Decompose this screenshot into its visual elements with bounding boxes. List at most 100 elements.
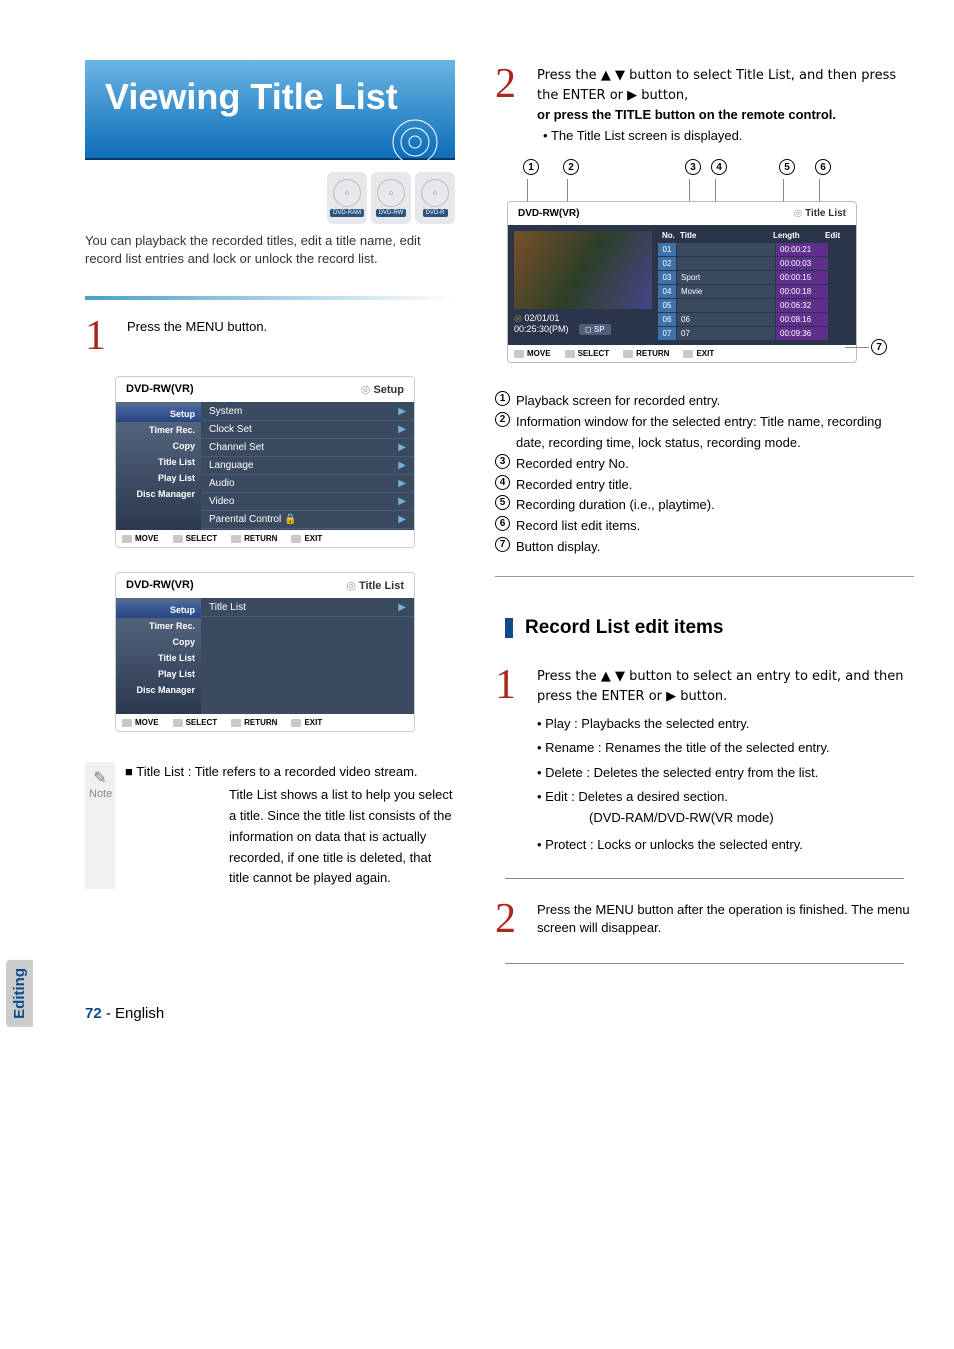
title-list-row: 0200:00:03 [658, 257, 853, 270]
divider [495, 576, 914, 577]
osd2-side-title: Title List [116, 650, 201, 666]
tl-head-right: Title List [794, 208, 846, 219]
osd-foot-exit: EXIT [291, 534, 322, 543]
title-list-row: 0100:00:21 [658, 243, 853, 256]
arrow-icon: ▶ [398, 602, 406, 613]
title-list-row: 070700:09:36 [658, 327, 853, 340]
note-bullet: ■ [125, 764, 133, 779]
osd2-side-copy: Copy [116, 634, 201, 650]
step2-line3: The Title List screen is displayed. [537, 127, 914, 146]
step-number-1: 1 [85, 312, 119, 360]
callout-2: 2 [563, 159, 579, 175]
note-icon: ✎ [89, 768, 111, 788]
callout-1: 1 [523, 159, 539, 175]
tl-time: 00:25:30(PM) [514, 324, 569, 334]
osd-foot-return: RETURN [231, 718, 277, 727]
step-1-text: Press the MENU button. [127, 312, 455, 337]
arrow-icon: ▶ [398, 478, 406, 489]
osd1-row-parental: Parental Control 🔒 [209, 514, 297, 525]
divider [85, 296, 455, 300]
title-banner: Viewing Title List [85, 60, 455, 160]
callout-5: 5 [779, 159, 795, 175]
callout-7: 7 [871, 339, 887, 355]
arrow-icon: ▶ [398, 424, 406, 435]
legend-2: Information window for the selected entr… [516, 412, 914, 454]
osd2-side-setup: Setup [116, 602, 201, 618]
edit-item-edit: Edit : Deletes a desired section. [537, 785, 914, 809]
osd2-row-titlelist: Title List [209, 602, 246, 613]
arrow-icon: ▶ [398, 442, 406, 453]
note-body: Title List shows a list to help you sele… [125, 785, 455, 889]
page-footer: 72 - English [85, 1005, 164, 1022]
osd-foot-move: MOVE [122, 534, 159, 543]
page-lang: English [115, 1005, 164, 1022]
osd-foot-select: SELECT [173, 534, 218, 543]
disc-icons: ○DVD-RAM ○DVD-RW ○DVD-R [85, 172, 455, 224]
osd1-row-system: System [209, 406, 242, 417]
legend-3: Recorded entry No. [516, 454, 914, 475]
osd-foot-move: MOVE [122, 718, 159, 727]
tl-foot-select: SELECT [565, 349, 610, 358]
section-title: Record List edit items [525, 617, 724, 639]
arrow-icon: ▶ [398, 460, 406, 471]
title-list-row: 03Sport00:00:15 [658, 271, 853, 284]
callout-6: 6 [815, 159, 831, 175]
callout-3: 3 [685, 159, 701, 175]
osd2-side-timer: Timer Rec. [116, 618, 201, 634]
callout-legend: 1Playback screen for recorded entry. 2In… [495, 391, 914, 557]
intro-text: You can playback the recorded titles, ed… [85, 232, 455, 268]
legend-1: Playback screen for recorded entry. [516, 391, 914, 412]
title-list-row: 060600:08:16 [658, 313, 853, 326]
step2-line1: Press the ▲ ▼ button to select Title Lis… [537, 68, 896, 103]
tl-hdr-title: Title [680, 231, 773, 240]
osd1-row-video: Video [209, 496, 234, 507]
edit-step-number-2: 2 [495, 895, 529, 943]
tl-foot-move: MOVE [514, 349, 551, 358]
disc-icon-rw: ○DVD-RW [371, 172, 411, 224]
osd2-head-right: Title List [346, 579, 404, 592]
divider [505, 878, 904, 879]
tl-hdr-edit: Edit [825, 231, 849, 240]
edit-item-delete: Delete : Deletes the selected entry from… [537, 761, 914, 785]
osd1-side-play: Play List [116, 470, 201, 486]
osd-foot-select: SELECT [173, 718, 218, 727]
tl-date: 02/01/01 [514, 313, 652, 324]
legend-5: Recording duration (i.e., playtime). [516, 495, 914, 516]
lock-icon: 🔒 [284, 514, 296, 525]
osd-titlelist-menu: DVD-RW(VR) Title List Setup Timer Rec. C… [115, 572, 415, 732]
osd1-side-copy: Copy [116, 438, 201, 454]
edit-item-edit-sub: (DVD-RAM/DVD-RW(VR mode) [537, 809, 914, 828]
tl-hdr-length: Length [773, 231, 825, 240]
callout-4: 4 [711, 159, 727, 175]
osd1-side-timer: Timer Rec. [116, 422, 201, 438]
page-number: 72 [85, 1005, 102, 1022]
osd-foot-return: RETURN [231, 534, 277, 543]
arrow-icon: ▶ [398, 406, 406, 417]
legend-6: Record list edit items. [516, 516, 914, 537]
osd-setup-menu: DVD-RW(VR) Setup Setup Timer Rec. Copy T… [115, 376, 415, 548]
rings-icon [355, 108, 445, 168]
disc-icon-ram: ○DVD-RAM [327, 172, 367, 224]
osd1-side-title: Title List [116, 454, 201, 470]
disc-icon-r: ○DVD-R [415, 172, 455, 224]
edit-item-protect: Protect : Locks or unlocks the selected … [537, 833, 914, 857]
osd2-side-play: Play List [116, 666, 201, 682]
tl-foot-exit: EXIT [683, 349, 714, 358]
note-box: ✎ Note ■ Title List : Title refers to a … [85, 762, 455, 889]
osd-foot-exit: EXIT [291, 718, 322, 727]
osd1-head-left: DVD-RW(VR) [126, 383, 194, 396]
edit-item-play: Play : Playbacks the selected entry. [537, 712, 914, 736]
osd1-side-disc: Disc Manager [116, 486, 201, 502]
tl-sp-badge: ◻ SP [579, 324, 611, 335]
tl-foot-return: RETURN [623, 349, 669, 358]
title-list-row: 0500:06:32 [658, 299, 853, 312]
osd1-head-right: Setup [361, 383, 404, 396]
osd1-row-channel: Channel Set [209, 442, 264, 453]
edit-step-number-1: 1 [495, 661, 529, 709]
arrow-icon: ▶ [398, 514, 406, 525]
step-number-2: 2 [495, 60, 529, 108]
osd1-row-language: Language [209, 460, 254, 471]
osd1-row-clock: Clock Set [209, 424, 252, 435]
legend-7: Button display. [516, 537, 914, 558]
step2-line2: or press the TITLE button on the remote … [537, 107, 836, 122]
